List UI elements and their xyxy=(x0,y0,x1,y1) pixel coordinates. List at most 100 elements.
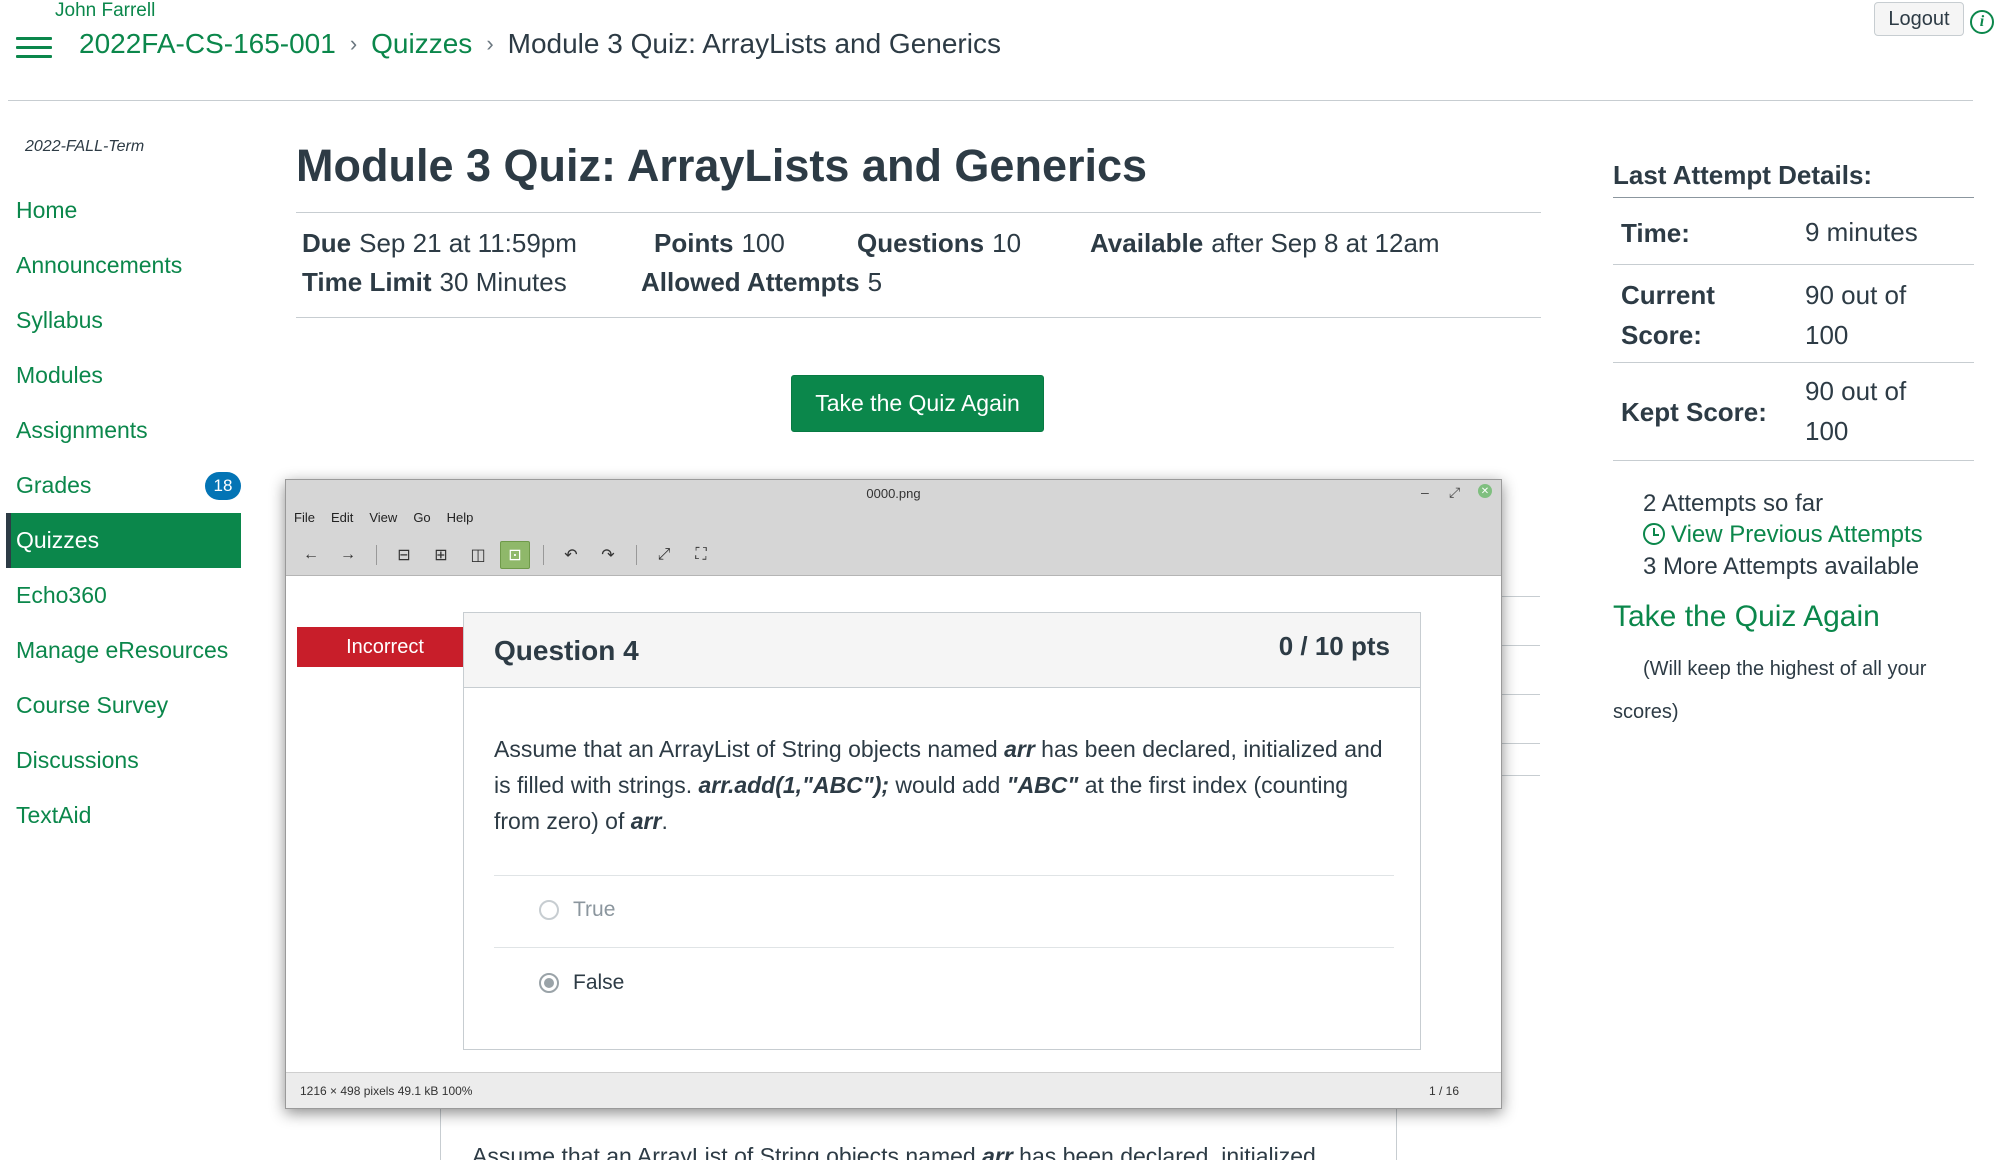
nav-modules[interactable]: Modules xyxy=(6,348,241,403)
toolbar-separator xyxy=(636,545,637,565)
breadcrumb-course[interactable]: 2022FA-CS-165-001 xyxy=(79,28,336,60)
current-value-line1: 90 out of xyxy=(1805,280,1907,310)
take-quiz-again-link[interactable]: Take the Quiz Again xyxy=(1613,600,1880,634)
underlying-question-text: Assume that an ArrayList of String objec… xyxy=(472,1143,1316,1160)
q-text-1: Assume that an ArrayList of String objec… xyxy=(494,736,1005,762)
zoom-out-icon[interactable]: ⊟ xyxy=(389,541,419,569)
attempts-label: Allowed Attempts xyxy=(641,267,860,297)
kept-score-row: Kept Score: 90 out of 100 xyxy=(1613,362,1974,461)
nav-label: Home xyxy=(16,197,78,223)
back-arrow-icon[interactable]: ← xyxy=(296,541,326,569)
nav-quizzes[interactable]: Quizzes xyxy=(6,513,241,568)
answer-divider xyxy=(494,875,1394,876)
nav-label: Modules xyxy=(16,362,103,388)
logout-button[interactable]: Logout xyxy=(1874,2,1964,36)
info-icon[interactable]: i xyxy=(1970,10,1994,34)
viewer-statusbar: 1216 × 498 pixels 49.1 kB 100% 1 / 16 xyxy=(286,1072,1501,1108)
questions-detail: Questions 10 xyxy=(857,228,1021,259)
hamburger-menu-icon[interactable] xyxy=(16,35,52,61)
forward-arrow-icon[interactable]: → xyxy=(333,541,363,569)
available-value: after Sep 8 at 12am xyxy=(1211,228,1440,258)
time-label: Time: xyxy=(1621,218,1690,248)
q-text-3: would add xyxy=(889,772,1007,798)
nav-textaid[interactable]: TextAid xyxy=(6,788,241,843)
menu-view[interactable]: View xyxy=(369,510,397,525)
q-text-5: . xyxy=(661,808,668,834)
attempts-value: 5 xyxy=(867,267,883,297)
q-text-arr: arr xyxy=(1004,736,1035,762)
kept-score-value: 90 out of 100 xyxy=(1805,371,1906,451)
menu-help[interactable]: Help xyxy=(447,510,474,525)
menu-edit[interactable]: Edit xyxy=(331,510,353,525)
view-previous-label: View Previous Attempts xyxy=(1671,521,1923,548)
view-previous-attempts-link[interactable]: View Previous Attempts xyxy=(1643,521,1923,549)
term-label: 2022-FALL-Term xyxy=(25,138,145,155)
attempts-detail: Allowed Attempts 5 xyxy=(641,267,882,298)
nav-announcements[interactable]: Announcements xyxy=(6,238,241,293)
hidden-row-divider xyxy=(1502,694,1540,695)
close-icon[interactable]: ✕ xyxy=(1478,484,1492,498)
current-label-line2: Score: xyxy=(1621,320,1702,350)
time-value: 9 minutes xyxy=(1805,217,1918,247)
hidden-row-divider xyxy=(1502,596,1540,597)
zoom-normal-icon[interactable]: ◫ xyxy=(463,541,493,569)
current-label-line1: Current xyxy=(1621,280,1715,310)
nav-course-survey[interactable]: Course Survey xyxy=(6,678,241,733)
slideshow-icon[interactable]: ⛶ xyxy=(686,541,716,569)
nav-assignments[interactable]: Assignments xyxy=(6,403,241,458)
nav-label: Quizzes xyxy=(16,527,100,553)
rotate-right-icon[interactable]: ↷ xyxy=(593,541,623,569)
answer-divider xyxy=(494,947,1394,948)
available-detail: Available after Sep 8 at 12am xyxy=(1090,228,1440,259)
breadcrumb-quizzes[interactable]: Quizzes xyxy=(371,28,472,60)
rotate-left-icon[interactable]: ↶ xyxy=(556,541,586,569)
chevron-right-icon: › xyxy=(349,31,358,56)
question-name: Question 4 xyxy=(494,635,639,666)
user-name[interactable]: John Farrell xyxy=(55,0,155,22)
underlying-text-arr: arr xyxy=(982,1143,1013,1160)
course-nav: Home Announcements Syllabus Modules Assi… xyxy=(6,183,241,843)
hidden-row-divider xyxy=(1502,743,1540,744)
zoom-fit-icon[interactable]: ⊡ xyxy=(500,541,530,569)
nav-echo360[interactable]: Echo360 xyxy=(6,568,241,623)
questions-value: 10 xyxy=(992,228,1022,258)
menu-file[interactable]: File xyxy=(294,510,315,525)
underlying-text-1: Assume that an ArrayList of String objec… xyxy=(472,1143,983,1160)
nav-discussions[interactable]: Discussions xyxy=(6,733,241,788)
points-value: 100 xyxy=(741,228,785,258)
clock-icon xyxy=(1643,523,1665,545)
title-divider xyxy=(296,212,1541,213)
question-card: Question 4 0 / 10 pts Assume that an Arr… xyxy=(463,612,1421,1050)
points-label: Points xyxy=(654,228,734,258)
viewer-title: 0000.png xyxy=(866,486,921,501)
nav-manage-eresources[interactable]: Manage eResources xyxy=(6,623,241,678)
nav-label: Assignments xyxy=(16,417,148,443)
nav-label: Discussions xyxy=(16,747,139,773)
kept-value-line2: 100 xyxy=(1805,416,1849,446)
nav-home[interactable]: Home xyxy=(6,183,241,238)
nav-syllabus[interactable]: Syllabus xyxy=(6,293,241,348)
zoom-in-icon[interactable]: ⊞ xyxy=(426,541,456,569)
minimize-icon[interactable]: – xyxy=(1421,484,1429,500)
question-points: 0 / 10 pts xyxy=(1278,631,1390,661)
fullscreen-icon[interactable]: ⤢ xyxy=(649,541,679,569)
image-viewer-window[interactable]: 0000.png – ⤢ ✕ File Edit View Go Help ← … xyxy=(285,479,1502,1109)
nav-label: Manage eResources xyxy=(16,637,229,663)
due-detail: Due Sep 21 at 11:59pm xyxy=(302,228,577,259)
q-text-arr2: arr xyxy=(630,808,662,834)
nav-label: Syllabus xyxy=(16,307,103,333)
breadcrumb-current: Module 3 Quiz: ArrayLists and Generics xyxy=(507,28,1001,59)
time-row: Time: 9 minutes xyxy=(1613,198,1974,264)
time-limit-label: Time Limit xyxy=(302,267,432,297)
radio-true xyxy=(539,900,559,920)
attempts-so-far: 2 Attempts so far xyxy=(1643,490,1824,517)
take-quiz-again-button[interactable]: Take the Quiz Again xyxy=(791,375,1044,432)
nav-label: Grades xyxy=(16,472,92,498)
details-divider xyxy=(296,317,1541,318)
current-score-row: Current Score: 90 out of 100 xyxy=(1613,264,1974,362)
menu-go[interactable]: Go xyxy=(413,510,430,525)
answer-false: False xyxy=(539,971,624,995)
image-info: 1216 × 498 pixels 49.1 kB 100% xyxy=(300,1084,473,1098)
maximize-icon[interactable]: ⤢ xyxy=(1449,484,1460,501)
nav-grades[interactable]: Grades 18 xyxy=(6,458,241,513)
